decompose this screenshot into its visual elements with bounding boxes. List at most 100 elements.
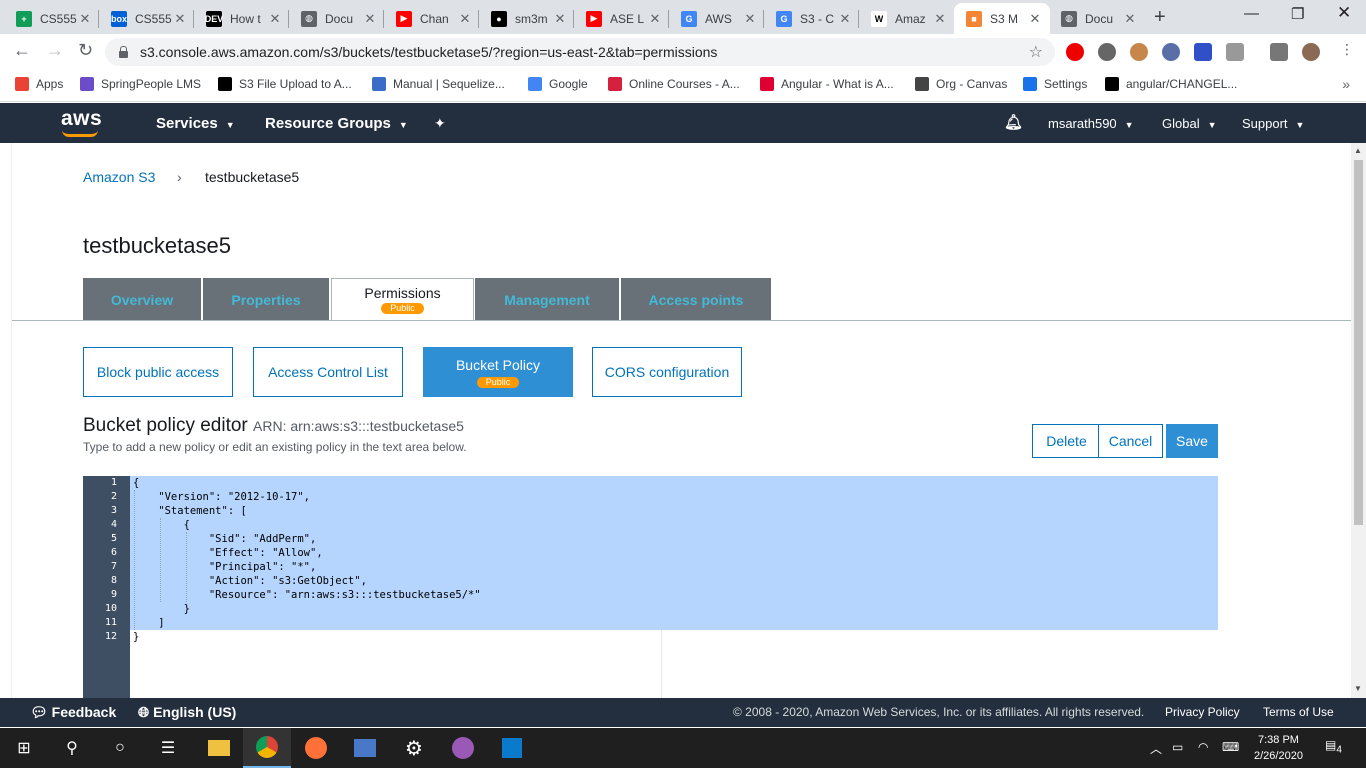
bookmark-item[interactable]: S3 File Upload to A... [218,77,352,91]
subtab-bucket-policy[interactable]: Bucket Policy Public [423,347,573,397]
bell-icon[interactable]: 🔔︎ [1004,113,1023,131]
reading-list-icon[interactable] [1270,43,1288,61]
tab-close-icon[interactable]: ✕ [1123,11,1137,27]
more-bookmarks-icon[interactable]: » [1342,76,1350,92]
tray-chevron-icon[interactable]: ︿ [1150,740,1162,757]
settings-gear-icon[interactable]: ⚙ [390,728,438,768]
tab-close-icon[interactable]: ✕ [553,11,567,27]
search-icon[interactable]: ⚲ [60,736,84,760]
policy-code-editor[interactable]: 1 2 3 4 5 6 7 8 9 10 11 12 { "Version": "2012-10-17… [83,476,1218,698]
keyboard-icon[interactable]: ⌨ [1222,740,1239,754]
maximize-icon[interactable]: ❐ [1291,5,1304,23]
bookmark-item[interactable]: Angular - What is A... [760,77,894,91]
scroll-up-icon[interactable]: ▲ [1354,146,1362,155]
tab-close-icon[interactable]: ✕ [838,11,852,27]
feedback-link[interactable]: 💬︎ Feedback [30,704,116,721]
support-menu[interactable]: Support ▼ [1242,116,1304,131]
browser-tab[interactable]: ◍ Docu ✕ [1049,3,1145,34]
tab-close-icon[interactable]: ✕ [363,11,377,27]
bookmark-item[interactable]: Online Courses - A... [608,77,740,91]
language-selector[interactable]: 🌐︎ English (US) [138,704,236,721]
bookmark-item[interactable]: SpringPeople LMS [80,77,201,91]
address-bar[interactable]: s3.console.aws.amazon.com/s3/buckets/tes… [105,38,1055,66]
tab-close-icon[interactable]: ✕ [743,11,757,27]
tab-close-icon[interactable]: ✕ [173,11,187,27]
minimize-icon[interactable]: — [1244,5,1259,22]
file-explorer-icon[interactable] [195,728,243,768]
services-menu[interactable]: Services ▼ [156,115,235,132]
tab-close-icon[interactable]: ✕ [78,11,92,27]
browser-tab[interactable]: ▶ ASE L ✕ [574,3,670,34]
bookmark-item[interactable]: Apps [15,77,63,91]
tab-access-points[interactable]: Access points [621,278,772,321]
reload-icon[interactable]: ↻ [78,40,93,61]
bookmark-item[interactable]: Org - Canvas [915,77,1007,91]
scroll-thumb[interactable] [1354,160,1363,525]
privacy-policy-link[interactable]: Privacy Policy [1165,705,1240,719]
browser-tab[interactable]: G AWS ✕ [669,3,765,34]
pin-icon[interactable]: ✦ [434,115,446,132]
browser-tab[interactable]: ■ S3 M ✕ [954,3,1050,34]
forward-icon[interactable]: → [46,40,64,61]
github-desktop-icon[interactable] [439,728,487,768]
bookmark-star-icon[interactable]: ☆ [1029,42,1043,62]
adblock-extension-icon[interactable] [1066,43,1084,61]
tab-overview[interactable]: Overview [83,278,202,321]
tab-close-icon[interactable]: ✕ [268,11,282,27]
bookmark-item[interactable]: Settings [1023,77,1087,91]
browser-tab[interactable]: DEV How t ✕ [194,3,290,34]
menu-icon[interactable]: ⋮ [1340,41,1354,58]
tab-close-icon[interactable]: ✕ [648,11,662,27]
cortana-icon[interactable]: ○ [108,736,132,760]
notifications-icon[interactable]: ▤4 [1325,738,1342,755]
tab-close-icon[interactable]: ✕ [458,11,472,27]
browser-tab[interactable]: W Amaz ✕ [859,3,955,34]
browser-tab[interactable]: G S3 - C ✕ [764,3,860,34]
region-menu[interactable]: Global ▼ [1162,116,1217,131]
profile-avatar[interactable] [1302,43,1320,61]
rdp-app-icon[interactable] [341,728,389,768]
subtab-access-control-list[interactable]: Access Control List [253,347,403,397]
url-text[interactable]: s3.console.aws.amazon.com/s3/buckets/tes… [140,44,717,60]
scroll-down-icon[interactable]: ▼ [1354,684,1362,693]
browser-tab[interactable]: ◍ Docu ✕ [289,3,385,34]
windows-start-icon[interactable]: ⊞ [12,736,36,760]
page-scrollbar[interactable]: ▲ ▼ [1351,143,1366,698]
aws-logo[interactable]: aws [61,107,102,131]
bookmark-item[interactable]: Google [528,77,588,91]
user-menu[interactable]: msarath590 ▼ [1048,116,1134,131]
delete-button[interactable]: Delete [1032,424,1101,458]
bookmark-item[interactable]: Manual | Sequelize... [372,77,505,91]
browser-tab[interactable]: box CS555 ✕ [99,3,195,34]
close-window-icon[interactable]: ✕ [1337,3,1351,23]
back-icon[interactable]: ← [13,40,31,61]
resource-groups-menu[interactable]: Resource Groups ▼ [265,115,408,132]
browser-tab[interactable]: ● sm3m ✕ [479,3,575,34]
subtab-block-public-access[interactable]: Block public access [83,347,233,397]
terms-of-use-link[interactable]: Terms of Use [1263,705,1334,719]
vscode-icon[interactable] [488,728,536,768]
subtab-cors-configuration[interactable]: CORS configuration [592,347,742,397]
task-view-icon[interactable]: ☰ [156,736,180,760]
battery-icon[interactable]: ▭ [1172,740,1183,754]
tab-close-icon[interactable]: ✕ [1028,11,1042,27]
chrome-icon[interactable] [243,728,291,768]
browser-tab[interactable]: + CS555 ✕ [4,3,100,34]
extension-icon[interactable] [1098,43,1116,61]
browser-tab[interactable]: ▶ Chan ✕ [384,3,480,34]
tab-properties[interactable]: Properties [203,278,330,321]
save-button[interactable]: Save [1166,424,1218,458]
cookie-extension-icon[interactable] [1130,43,1148,61]
breadcrumb-amazon-s3[interactable]: Amazon S3 [83,169,155,185]
system-clock[interactable]: 7:38 PM 2/26/2020 [1254,732,1303,764]
tab-permissions[interactable]: Permissions Public [331,278,474,321]
firefox-icon[interactable] [292,728,340,768]
wifi-icon[interactable]: ◠ [1198,740,1208,754]
eye-extension-icon[interactable] [1162,43,1180,61]
zotero-extension-icon[interactable] [1194,43,1212,61]
cast-extension-icon[interactable] [1226,43,1244,61]
tab-management[interactable]: Management [475,278,620,321]
bookmark-item[interactable]: angular/CHANGEL... [1105,77,1237,91]
new-tab-button[interactable]: + [1154,6,1166,29]
tab-close-icon[interactable]: ✕ [933,11,947,27]
